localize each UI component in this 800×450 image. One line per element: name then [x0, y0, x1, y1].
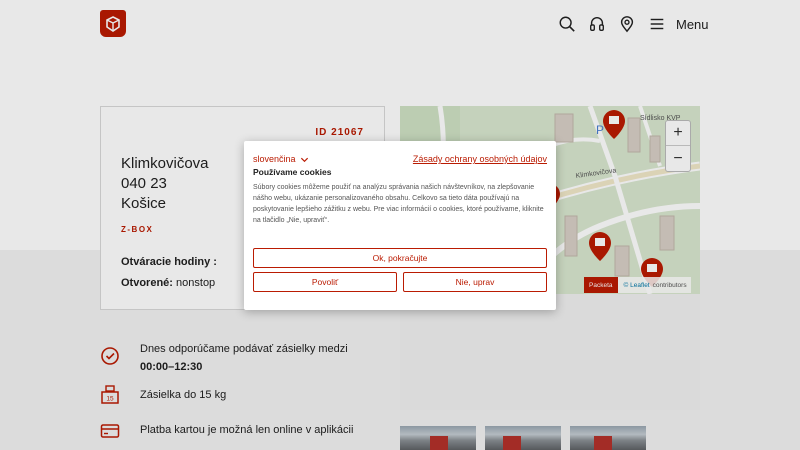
allow-button[interactable]: Povoliť	[253, 272, 397, 292]
cookie-title: Používame cookies	[253, 167, 332, 177]
cookie-body-text: Súbory cookies môžeme použiť na analýzu …	[253, 184, 544, 224]
accept-continue-button[interactable]: Ok, pokračujte	[253, 248, 547, 268]
cookie-consent-dialog: slovenčina Zásady ochrany osobných údajo…	[244, 141, 556, 310]
language-selector[interactable]: slovenčina	[253, 154, 309, 164]
privacy-policy-link[interactable]: Zásady ochrany osobných údajov	[413, 154, 547, 164]
adjust-settings-button[interactable]: Nie, uprav	[403, 272, 547, 292]
chevron-down-icon	[300, 157, 308, 162]
language-label: slovenčina	[253, 154, 296, 164]
